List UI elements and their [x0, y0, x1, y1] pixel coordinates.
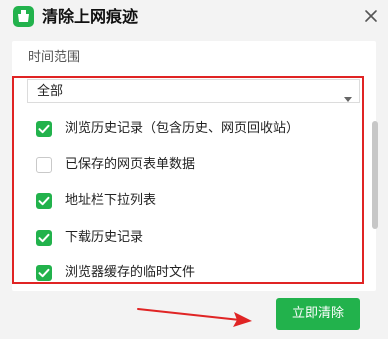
clear-now-button[interactable]: 立即清除 — [276, 298, 360, 330]
clear-option-label: 已保存的网页表单数据 — [65, 157, 196, 172]
clear-option-item[interactable]: 浏览器缓存的临时文件 — [36, 263, 356, 285]
close-icon[interactable] — [362, 7, 380, 25]
checkbox-checked[interactable] — [36, 193, 52, 209]
clear-option-item[interactable]: 浏览历史记录（包含历史、网页回收站） — [36, 119, 356, 141]
clear-option-label: 浏览历史记录（包含历史、网页回收站） — [65, 121, 300, 136]
checkbox-checked[interactable] — [36, 265, 52, 281]
checkbox-checked[interactable] — [36, 121, 52, 137]
time-range-select[interactable]: 全部 — [27, 79, 360, 103]
clear-option-label: 浏览器缓存的临时文件 — [65, 265, 196, 280]
time-range-selected-value: 全部 — [37, 84, 64, 99]
time-range-label: 时间范围 — [28, 50, 81, 65]
window-title: 清除上网痕迹 — [42, 7, 139, 26]
clear-option-label: 下载历史记录 — [65, 230, 144, 245]
clear-option-item[interactable]: 下载历史记录 — [36, 228, 356, 250]
clear-option-label: 地址栏下拉列表 — [65, 193, 157, 208]
checkbox-unchecked[interactable] — [36, 157, 52, 173]
clear-option-item[interactable]: 地址栏下拉列表 — [36, 191, 356, 213]
red-arrow-icon — [136, 306, 256, 334]
checkbox-checked[interactable] — [36, 230, 52, 246]
scrollbar[interactable] — [372, 121, 378, 229]
broom-icon — [13, 6, 34, 27]
title-bar: 清除上网痕迹 — [0, 0, 388, 34]
chevron-down-icon — [343, 88, 353, 107]
clear-option-item[interactable]: 已保存的网页表单数据 — [36, 155, 356, 177]
